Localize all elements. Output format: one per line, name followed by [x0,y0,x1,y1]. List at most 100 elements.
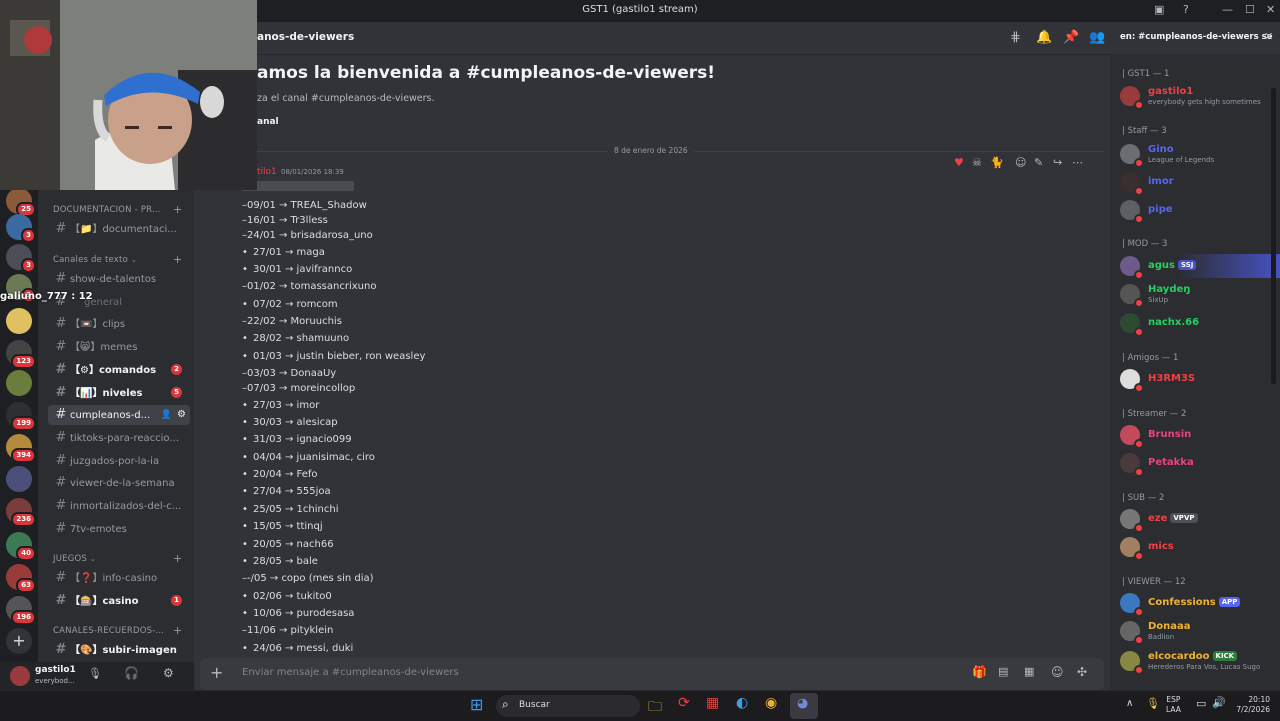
invite-settings-icon[interactable]: ⚙ [177,405,186,425]
sticker-icon[interactable]: ▦ [1024,665,1034,678]
volume-icon[interactable]: 🔊 [1212,696,1226,709]
server-icon[interactable] [6,466,32,492]
member-item[interactable]: mics [1120,535,1278,561]
server-icon[interactable]: 63 [6,564,36,593]
member-item[interactable]: Petakka [1120,451,1278,477]
heart-reaction-icon[interactable]: ♥ [954,156,964,169]
minimize-button[interactable]: — [1222,3,1233,16]
member-item[interactable]: Donaaa Badlion [1120,619,1278,645]
member-item[interactable]: Confessions APP [1120,591,1278,617]
channel-cumpleanos-de-viewers[interactable]: # cumpleanos-d... ⚙ 👤 [48,405,190,425]
add-channel-icon[interactable]: + [173,552,182,565]
cat-reaction-icon[interactable]: 🐈 [990,156,1004,169]
channel-niveles[interactable]: # 【📊】niveles 5 [48,383,190,403]
server-icon[interactable]: 199 [6,402,36,431]
member-item[interactable]: eze VPVP [1120,507,1278,533]
member-item[interactable]: H3RM3S [1120,367,1278,393]
skull-reaction-icon[interactable]: ☠ [972,156,982,169]
channel-viewer-de-la-semana[interactable]: # viewer-de-la-semana [48,473,190,493]
reply-icon[interactable]: ↪ [1053,156,1062,169]
server-icon[interactable]: 3 [6,244,36,273]
avatar[interactable] [10,666,30,686]
gear-icon[interactable]: ⚙ [163,666,174,680]
member-item[interactable]: gastilo1 everybody gets high sometimes [1120,84,1278,110]
add-channel-icon[interactable]: + [173,253,182,266]
add-member-icon[interactable]: 👤 [161,405,172,425]
tray-mic-icon[interactable]: 🎙 [1146,697,1160,710]
discord-taskbar-button[interactable]: ◕ [790,693,818,719]
server-icon[interactable]: 3 [6,214,36,243]
member-item[interactable]: elcocardoo KICK Herederos Para Vos, Lucas … [1120,649,1278,675]
search-input[interactable]: en: #cumpleanos-de-viewers se [1120,32,1272,42]
category-docs[interactable]: DOCUMENTACION - PR... + [53,203,182,216]
add-channel-icon[interactable]: + [173,624,182,637]
server-icon[interactable]: 25 [6,188,36,217]
tray-expand-icon[interactable]: ∧ [1126,698,1133,709]
server-icon[interactable] [6,370,32,396]
member-item[interactable]: agus SSJ [1120,254,1278,280]
app-icon[interactable]: ⟳ [678,695,690,711]
close-button[interactable]: ✕ [1266,3,1275,16]
channel-7tv-emotes[interactable]: #7tv-emotes [48,519,190,539]
network-icon[interactable]: ▭ [1196,697,1206,710]
help-icon[interactable]: ? [1183,3,1189,16]
category-games[interactable]: JUEGOS ⌄ + [53,552,182,565]
channel-subir-imagen[interactable]: # 【🎨】subir-imagen [48,640,190,660]
server-icon[interactable]: 196 [6,596,36,625]
category-text[interactable]: Canales de texto ⌄ + [53,253,182,266]
channel-memes[interactable]: # 【😸】memes [48,337,190,357]
member-item[interactable]: pipe [1120,198,1278,224]
member-item[interactable]: Haydeŋ SixUp [1120,282,1278,308]
server-icon[interactable]: 123 [6,340,36,369]
member-item[interactable]: nachx.66 [1120,311,1278,337]
chrome-browser-icon[interactable]: ◉ [765,695,777,711]
member-item[interactable]: imor [1120,170,1278,196]
channel-show-de-talentos[interactable]: # show-de-talentos [48,269,190,289]
channel-juzgados[interactable]: # juzgados-por-la-ia [48,451,190,471]
add-reaction-icon[interactable]: ☺ [1015,156,1026,169]
more-icon[interactable]: ⋯ [1072,156,1083,169]
channel-tiktoks[interactable]: # tiktoks-para-reaccio... [48,428,190,448]
edit-icon[interactable]: ✎ [1034,156,1043,169]
gif-icon[interactable]: ▤ [998,665,1008,678]
taskbar-search[interactable]: ⌕ Buscar [496,695,640,717]
channel-comandos[interactable]: # 【⚙】comandos 2 [48,360,190,380]
member-scrollbar[interactable] [1271,88,1276,384]
windows-start-icon[interactable]: ⊞ [470,695,483,714]
capture-app-icon[interactable]: ▦ [706,695,719,711]
member-list-icon[interactable]: 👥 [1089,30,1105,45]
maximize-button[interactable]: ☐ [1245,3,1255,16]
gift-icon[interactable]: 🎁 [972,665,987,679]
headphones-icon[interactable]: 🎧 [124,666,139,680]
microphone-icon[interactable]: 🎙 [88,667,102,680]
apps-icon[interactable]: ✣ [1077,665,1087,679]
channel-info-casino[interactable]: # 【❓】info-casino [48,568,190,588]
member-item[interactable]: Brunsin [1120,423,1278,449]
clear-search-icon[interactable]: ✕ [1264,30,1273,43]
message-author[interactable]: tilo1 [257,167,277,177]
server-icon[interactable]: 40 [6,532,36,561]
channel-clips[interactable]: # 【📼】clips [48,314,190,334]
server-icon[interactable] [6,308,32,334]
channel-casino[interactable]: # 【🎰】casino 1 [48,591,190,611]
inbox-icon[interactable]: ▣ [1154,3,1164,16]
threads-icon[interactable]: ⋕ [1010,30,1021,45]
add-server-icon[interactable]: + [6,628,32,654]
bell-icon[interactable]: 🔔 [1036,30,1052,45]
pin-icon[interactable]: 📌 [1063,30,1079,45]
channel-documentacion[interactable]: # 【📁】documentaci... [48,219,190,239]
edit-channel-button[interactable]: anal [257,117,279,127]
language-indicator[interactable]: ESP LAA [1166,695,1181,715]
message-input[interactable]: + Enviar mensaje a #cumpleanos-de-viewer… [200,658,1104,690]
member-item[interactable]: Gino League of Legends [1120,142,1278,168]
channel-inmortalizados[interactable]: # inmortalizados-del-c... [48,496,190,516]
server-icon[interactable]: 236 [6,498,36,527]
server-icon[interactable]: 394 [6,434,36,463]
edge-browser-icon[interactable]: ◐ [736,695,748,711]
category-recuerdos[interactable]: CANALES-RECUERDOS-... + [53,624,182,637]
add-channel-icon[interactable]: + [173,203,182,216]
file-explorer-icon[interactable]: 🗀 [648,696,662,720]
add-attachment-icon[interactable]: + [210,663,223,682]
clock[interactable]: 20:10 7/2/2026 [1232,695,1270,715]
emoji-icon[interactable]: ☺ [1051,665,1064,679]
